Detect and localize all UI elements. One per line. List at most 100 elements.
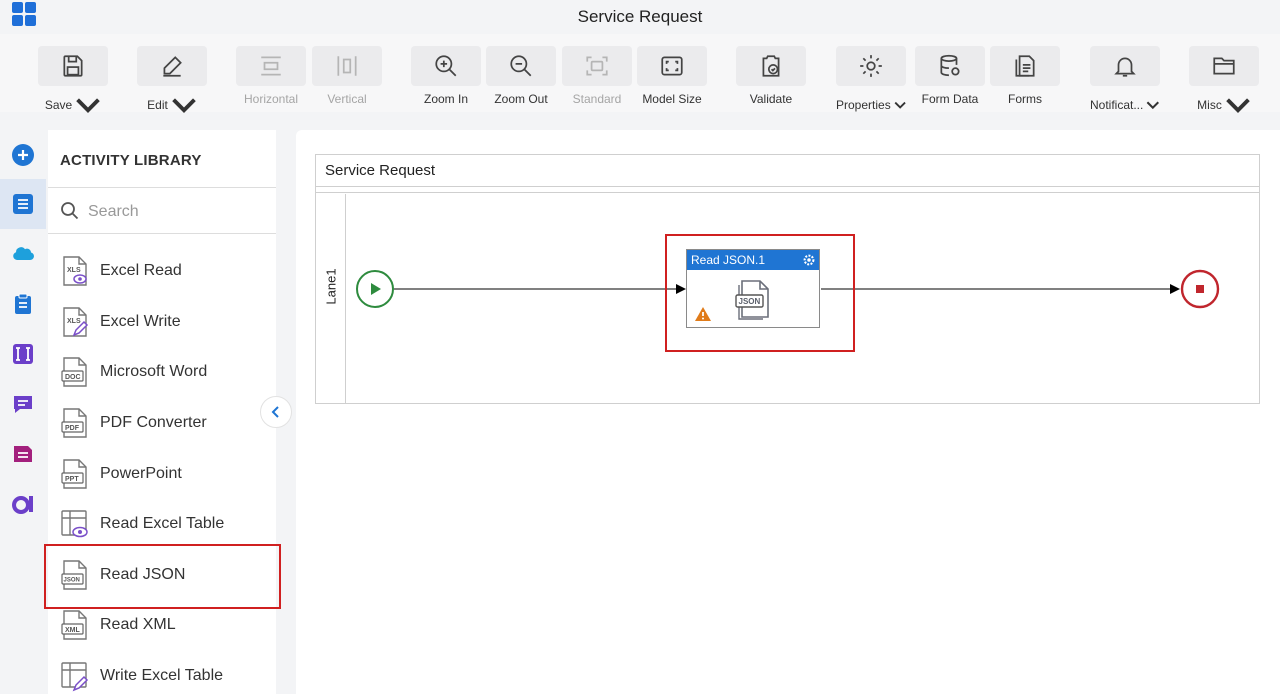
save-label: Save <box>44 98 73 112</box>
horizontal-button[interactable]: Horizontal <box>236 46 306 108</box>
chevron-down-icon <box>76 98 100 113</box>
write-table-icon <box>60 660 90 692</box>
database-icon <box>940 54 960 77</box>
toolbar: Save Edit Horizontal Vertical Zoom In Zo… <box>0 34 1280 113</box>
task-highlight-box <box>665 234 855 352</box>
rail-salesforce[interactable] <box>0 229 46 279</box>
forms-button[interactable]: Forms <box>990 46 1060 108</box>
word-doc-icon: DOC <box>60 356 90 388</box>
zoom-in-label: Zoom In <box>423 92 468 106</box>
process-canvas: Service Request Lane1 Read JSON.1 JSON <box>296 130 1280 694</box>
svg-text:PDF: PDF <box>65 425 80 432</box>
zoom-out-label: Zoom Out <box>494 92 548 106</box>
rail-activity-library[interactable] <box>0 179 46 229</box>
search-icon <box>61 202 79 220</box>
rail-document[interactable] <box>0 429 46 479</box>
pencil-icon <box>163 56 182 77</box>
library-item-excel-write[interactable]: XLS Excel Write <box>48 297 276 347</box>
standard-button[interactable]: Standard <box>562 46 632 108</box>
properties-label: Properties <box>836 98 891 112</box>
library-highlight-box <box>44 544 281 609</box>
rail-clipboard[interactable] <box>0 279 46 329</box>
gear-icon <box>860 55 882 77</box>
svg-text:XLS: XLS <box>67 318 81 325</box>
library-item-write-excel-table[interactable]: Write Excel Table <box>48 651 276 694</box>
agentic-logo-icon <box>12 496 33 514</box>
library-item-read-excel-table[interactable]: Read Excel Table <box>48 499 276 549</box>
properties-button[interactable]: Properties <box>836 46 906 112</box>
add-circle-icon <box>12 144 34 166</box>
library-search <box>48 188 276 234</box>
zoom-out-icon <box>510 55 532 77</box>
save-button[interactable]: Save <box>38 46 108 113</box>
folder-icon <box>1213 57 1235 75</box>
svg-text:PPT: PPT <box>65 476 79 483</box>
integration-icon <box>13 344 33 364</box>
validate-button[interactable]: Validate <box>736 46 806 108</box>
save-icon <box>63 55 83 77</box>
library-item-excel-read[interactable]: XLS Excel Read <box>48 246 276 296</box>
library-item-label: Microsoft Word <box>100 363 208 380</box>
validate-label: Validate <box>749 92 793 106</box>
zoom-in-button[interactable]: Zoom In <box>411 46 481 108</box>
powerpoint-icon: PPT <box>60 458 90 490</box>
edit-button[interactable]: Edit <box>137 46 207 113</box>
read-table-icon <box>60 508 90 540</box>
rail-agentic[interactable] <box>0 479 46 529</box>
form-data-label: Form Data <box>921 92 979 106</box>
library-title: ACTIVITY LIBRARY <box>60 152 202 169</box>
pdf-icon: PDF <box>60 407 90 439</box>
page-title: Service Request <box>577 7 703 26</box>
svg-text:XML: XML <box>65 627 81 634</box>
library-item-label: Write Excel Table <box>100 667 224 684</box>
chevron-down-icon <box>172 98 196 113</box>
library-item-label: PDF Converter <box>100 414 207 431</box>
model-size-label: Model Size <box>642 92 702 106</box>
xml-file-icon: XML <box>60 609 90 641</box>
vertical-button[interactable]: Vertical <box>312 46 382 108</box>
misc-button[interactable]: Misc <box>1189 46 1259 113</box>
edit-label: Edit <box>147 98 168 112</box>
vertical-layout-icon <box>337 56 357 76</box>
misc-label: Misc <box>1197 98 1222 112</box>
library-item-label: PowerPoint <box>100 465 182 482</box>
list-icon <box>13 194 33 214</box>
library-item-label: Excel Read <box>100 262 182 279</box>
chat-icon <box>14 396 32 413</box>
activity-library-panel: ACTIVITY LIBRARY XLS Excel Read XLS Exce… <box>48 130 276 694</box>
chevron-down-icon <box>1147 101 1160 110</box>
library-item-microsoft-word[interactable]: DOC Microsoft Word <box>48 347 276 397</box>
excel-write-icon: XLS <box>60 306 90 338</box>
bell-icon <box>1114 57 1136 77</box>
start-event[interactable] <box>356 270 394 308</box>
notifications-button[interactable]: Notificat... <box>1090 46 1160 112</box>
left-rail <box>0 128 46 694</box>
forms-icon <box>1015 55 1035 77</box>
svg-text:XLS: XLS <box>67 267 81 274</box>
rail-add[interactable] <box>0 130 46 180</box>
svg-text:DOC: DOC <box>65 374 81 381</box>
model-size-button[interactable]: Model Size <box>637 46 707 108</box>
horizontal-label: Horizontal <box>243 92 299 106</box>
search-input[interactable] <box>88 200 258 224</box>
notifications-label: Notificat... <box>1090 98 1144 112</box>
flow-diagram <box>356 269 1220 309</box>
form-data-button[interactable]: Form Data <box>915 46 985 108</box>
library-item-label: Excel Write <box>100 313 181 330</box>
model-size-icon <box>661 56 683 76</box>
zoom-out-button[interactable]: Zoom Out <box>486 46 556 108</box>
rail-integration[interactable] <box>0 329 46 379</box>
vertical-label: Vertical <box>327 92 367 106</box>
standard-label: Standard <box>572 92 622 106</box>
chevron-down-icon <box>1226 98 1250 113</box>
chevron-left-icon <box>271 406 279 418</box>
salesforce-cloud-icon <box>13 247 34 261</box>
rail-chat[interactable] <box>0 379 46 429</box>
library-item-pdf-converter[interactable]: PDF PDF Converter <box>48 398 276 448</box>
title-bar: Service Request <box>0 0 1280 34</box>
end-event[interactable] <box>1180 269 1220 309</box>
standard-size-icon <box>586 56 608 76</box>
library-item-powerpoint[interactable]: PPT PowerPoint <box>48 449 276 499</box>
clipboard-icon <box>15 293 31 314</box>
collapse-panel-button[interactable] <box>260 396 292 428</box>
